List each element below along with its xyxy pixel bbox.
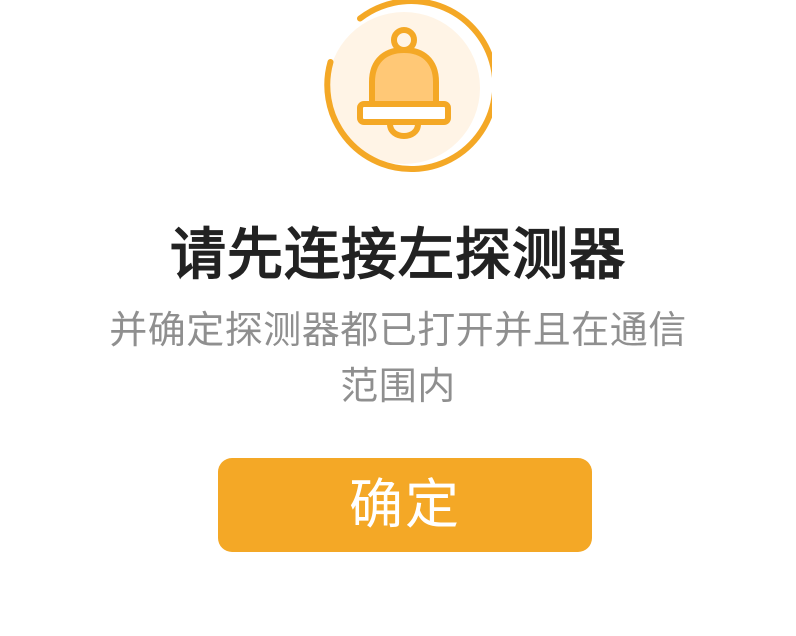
dialog-message: 并确定探测器都已打开并且在通信范围内 xyxy=(109,308,687,408)
confirm-button[interactable]: 确定 xyxy=(218,458,592,552)
connect-detector-dialog: 请先连接左探测器 并确定探测器都已打开并且在通信范围内 确定 xyxy=(0,0,796,636)
bell-icon xyxy=(316,0,492,176)
dialog-title: 请先连接左探测器 xyxy=(170,223,626,288)
